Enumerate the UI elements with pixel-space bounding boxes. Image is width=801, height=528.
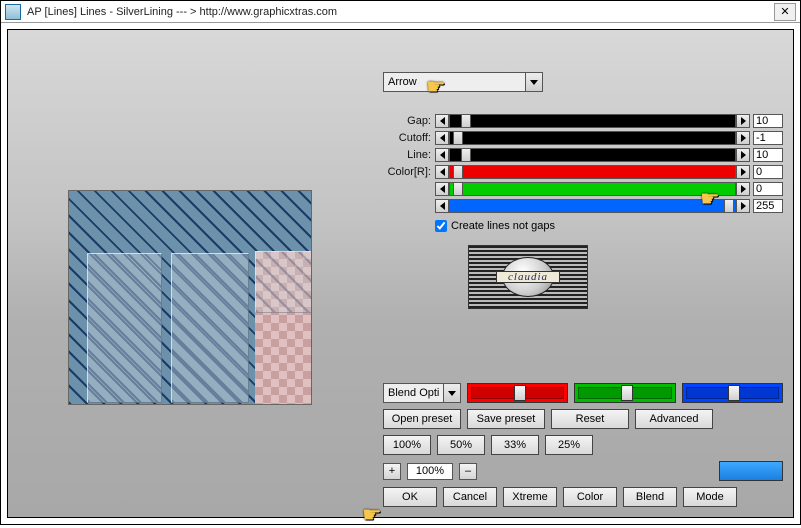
logo-text: claudia <box>496 271 560 283</box>
blend-mode-dropdown[interactable]: Blend Opti <box>383 383 461 403</box>
slider-thumb[interactable] <box>724 199 734 213</box>
zoom-out-button[interactable]: – <box>459 463 477 480</box>
create-lines-not-gaps-label: Create lines not gaps <box>451 220 555 232</box>
parameter-sliders: Gap: 10 Cutoff: -1 Line: 10 Color[R]: 0 0 255 <box>383 112 783 214</box>
window-title: AP [Lines] Lines - SilverLining --- > ht… <box>27 6 774 18</box>
current-color-swatch[interactable] <box>719 461 783 481</box>
increment-arrow-button[interactable] <box>736 148 750 162</box>
slider-thumb[interactable] <box>461 114 471 128</box>
param-label: Color[R]: <box>383 166 435 178</box>
titlebar: AP [Lines] Lines - SilverLining --- > ht… <box>1 1 800 23</box>
client-area: Arrow Gap: 10 Cutoff: -1 Line: 10 Color[R]: 0 0 2… <box>7 29 794 518</box>
mode-button[interactable]: Mode <box>683 487 737 507</box>
increment-arrow-button[interactable] <box>736 182 750 196</box>
line-type-dropdown[interactable]: Arrow <box>383 72 543 92</box>
percent-preset-button[interactable]: 100% <box>383 435 431 455</box>
zoom-row: + 100% – <box>383 461 783 481</box>
open-preset-button[interactable]: Open preset <box>383 409 461 429</box>
increment-arrow-button[interactable] <box>736 131 750 145</box>
param-value[interactable]: -1 <box>753 131 783 145</box>
param-slider-track[interactable] <box>449 182 736 196</box>
param-slider-track[interactable] <box>449 199 736 213</box>
advanced-button[interactable]: Advanced <box>635 409 713 429</box>
decrement-arrow-button[interactable] <box>435 131 449 145</box>
red-slider[interactable] <box>467 383 568 403</box>
decrement-arrow-button[interactable] <box>435 182 449 196</box>
action-row: OK Cancel Xtreme Color Blend Mode <box>383 487 783 507</box>
param-value[interactable]: 0 <box>753 182 783 196</box>
preset-row: Open preset Save preset Reset Advanced <box>383 409 783 429</box>
window-close-button[interactable]: ✕ <box>774 3 796 21</box>
param-value[interactable]: 10 <box>753 114 783 128</box>
param-label: Gap: <box>383 115 435 127</box>
slider-thumb[interactable] <box>453 165 463 179</box>
percent-preset-button[interactable]: 50% <box>437 435 485 455</box>
ok-button[interactable]: OK <box>383 487 437 507</box>
vendor-logo: claudia <box>468 245 588 309</box>
bottom-controls: Blend Opti Open preset Save preset Reset… <box>383 377 783 507</box>
slider-thumb[interactable] <box>453 131 463 145</box>
chevron-down-icon <box>443 384 460 402</box>
param-slider-track[interactable] <box>449 114 736 128</box>
xtreme-button[interactable]: Xtreme <box>503 487 557 507</box>
slider-thumb[interactable] <box>453 182 463 196</box>
param-slider-track[interactable] <box>449 148 736 162</box>
reset-button[interactable]: Reset <box>551 409 629 429</box>
increment-arrow-button[interactable] <box>736 165 750 179</box>
param-row-4: 0 <box>383 180 783 197</box>
parameter-column: Arrow Gap: 10 Cutoff: -1 Line: 10 Color[R]: 0 0 2… <box>383 72 783 232</box>
blend-slider-row: Blend Opti <box>383 383 783 403</box>
increment-arrow-button[interactable] <box>736 199 750 213</box>
effect-preview <box>68 190 312 405</box>
decrement-arrow-button[interactable] <box>435 114 449 128</box>
blend-button[interactable]: Blend <box>623 487 677 507</box>
param-row-5: 255 <box>383 197 783 214</box>
line-type-selected: Arrow <box>384 76 525 88</box>
decrement-arrow-button[interactable] <box>435 148 449 162</box>
create-lines-not-gaps-checkbox[interactable] <box>435 220 447 232</box>
param-row-3: Color[R]: 0 <box>383 163 783 180</box>
param-slider-track[interactable] <box>449 131 736 145</box>
param-label: Cutoff: <box>383 132 435 144</box>
percent-preset-button[interactable]: 25% <box>545 435 593 455</box>
param-row-2: Line: 10 <box>383 146 783 163</box>
percent-preset-row: 100% 50% 33% 25% <box>383 435 783 455</box>
param-slider-track[interactable] <box>449 165 736 179</box>
color-button[interactable]: Color <box>563 487 617 507</box>
blue-slider[interactable] <box>682 383 783 403</box>
decrement-arrow-button[interactable] <box>435 165 449 179</box>
slider-thumb[interactable] <box>461 148 471 162</box>
decrement-arrow-button[interactable] <box>435 199 449 213</box>
percent-preset-button[interactable]: 33% <box>491 435 539 455</box>
blend-mode-selected: Blend Opti <box>384 387 443 399</box>
increment-arrow-button[interactable] <box>736 114 750 128</box>
param-value[interactable]: 10 <box>753 148 783 162</box>
param-label: Line: <box>383 149 435 161</box>
param-value[interactable]: 0 <box>753 165 783 179</box>
preview-pane-left <box>87 253 162 403</box>
app-icon <box>5 4 21 20</box>
chevron-down-icon <box>525 73 542 91</box>
zoom-value[interactable]: 100% <box>407 463 453 480</box>
save-preset-button[interactable]: Save preset <box>467 409 545 429</box>
create-lines-not-gaps-row: Create lines not gaps <box>435 220 783 232</box>
preview-pane-right <box>255 251 312 313</box>
plugin-window: AP [Lines] Lines - SilverLining --- > ht… <box>0 0 801 525</box>
zoom-in-button[interactable]: + <box>383 463 401 480</box>
green-slider[interactable] <box>574 383 675 403</box>
param-row-1: Cutoff: -1 <box>383 129 783 146</box>
preview-pane-center <box>171 253 249 403</box>
cancel-button[interactable]: Cancel <box>443 487 497 507</box>
param-row-0: Gap: 10 <box>383 112 783 129</box>
param-value[interactable]: 255 <box>753 199 783 213</box>
